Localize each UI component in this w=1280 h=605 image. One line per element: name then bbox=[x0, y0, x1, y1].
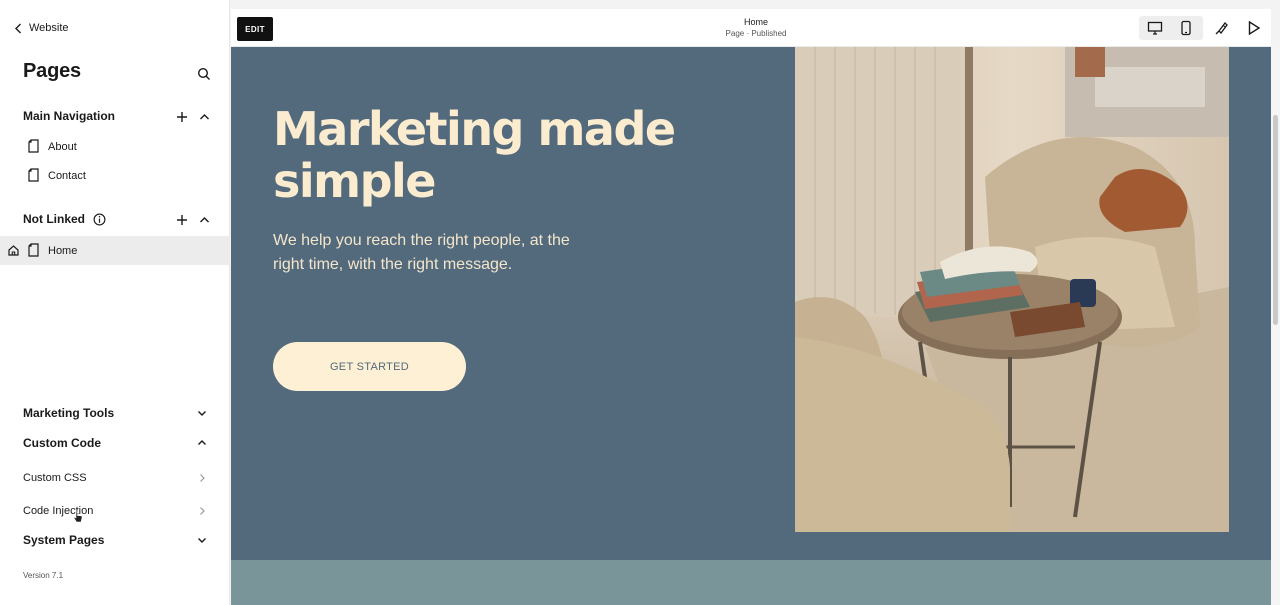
device-toggle bbox=[1139, 16, 1203, 40]
edit-button[interactable]: EDIT bbox=[237, 17, 273, 41]
hero-title[interactable]: Marketing made simple bbox=[273, 103, 693, 207]
chevron-down-icon bbox=[198, 538, 206, 543]
page-status-subtitle: Page · Published bbox=[725, 29, 787, 38]
back-to-website-link[interactable]: Website bbox=[14, 20, 69, 36]
main-navigation-header: Main Navigation bbox=[23, 109, 115, 123]
sidebar-item-home[interactable]: Home bbox=[0, 236, 230, 265]
search-icon[interactable] bbox=[197, 67, 211, 81]
page-title: Pages bbox=[23, 60, 81, 82]
not-linked-label: Not Linked bbox=[23, 212, 85, 226]
sidebar-item-label: Contact bbox=[48, 169, 86, 182]
chevron-up-icon[interactable] bbox=[199, 112, 210, 122]
editor-topbar: EDIT Home Page · Published bbox=[231, 9, 1271, 47]
page-status-title: Home bbox=[743, 17, 768, 27]
sidebar-item-label: Custom CSS bbox=[23, 472, 87, 484]
main-navigation-label: Main Navigation bbox=[23, 109, 116, 123]
sidebar-item-code-injection[interactable]: Code Injection bbox=[23, 502, 213, 520]
page-icon bbox=[28, 243, 39, 257]
next-section[interactable] bbox=[231, 560, 1271, 605]
version-label: Version 7.1 bbox=[23, 571, 64, 580]
page-preview-canvas[interactable]: Marketing made simple We help you reach … bbox=[231, 47, 1271, 605]
page-icon bbox=[28, 168, 39, 182]
pages-sidebar: Website Pages Main Navigation About Cont… bbox=[0, 0, 230, 605]
sidebar-item-custom-css[interactable]: Custom CSS bbox=[23, 469, 213, 487]
sidebar-item-about[interactable]: About bbox=[0, 132, 230, 161]
system-pages-label: System Pages bbox=[23, 533, 105, 547]
marketing-tools-toggle[interactable]: Marketing Tools bbox=[23, 404, 213, 422]
chevron-down-icon bbox=[198, 411, 206, 416]
scrollbar[interactable] bbox=[1271, 47, 1280, 605]
not-linked-header: Not Linked bbox=[23, 212, 106, 226]
preview-play-icon[interactable] bbox=[1246, 20, 1262, 36]
hero-image[interactable] bbox=[795, 47, 1229, 532]
custom-code-label: Custom Code bbox=[23, 436, 101, 450]
sidebar-item-label: Home bbox=[48, 244, 78, 257]
home-icon bbox=[8, 245, 19, 256]
design-brush-icon[interactable] bbox=[1214, 20, 1230, 36]
chevron-right-icon bbox=[200, 507, 205, 515]
hero-subtitle[interactable]: We help you reach the right people, at t… bbox=[273, 229, 603, 277]
page-icon bbox=[28, 139, 39, 153]
sidebar-item-label: About bbox=[48, 140, 77, 153]
hand-cursor-icon bbox=[73, 511, 83, 523]
chevron-up-icon bbox=[198, 440, 206, 445]
desktop-icon[interactable] bbox=[1147, 20, 1163, 36]
marketing-tools-label: Marketing Tools bbox=[23, 406, 115, 420]
mobile-icon[interactable] bbox=[1178, 20, 1194, 36]
chevron-right-icon bbox=[200, 474, 205, 482]
custom-code-toggle[interactable]: Custom Code bbox=[23, 434, 213, 452]
add-page-plus-icon[interactable] bbox=[176, 214, 188, 226]
sidebar-item-contact[interactable]: Contact bbox=[0, 161, 230, 190]
add-page-plus-icon[interactable] bbox=[176, 111, 188, 123]
info-icon[interactable] bbox=[93, 213, 106, 226]
page-status: Home Page · Published bbox=[701, 17, 811, 38]
chevron-up-icon[interactable] bbox=[199, 215, 210, 225]
system-pages-toggle[interactable]: System Pages bbox=[23, 531, 213, 549]
get-started-button[interactable]: GET STARTED bbox=[273, 342, 466, 391]
scrollbar-thumb[interactable] bbox=[1273, 115, 1278, 325]
back-link-label: Website bbox=[29, 22, 69, 34]
chevron-left-icon bbox=[15, 23, 21, 33]
